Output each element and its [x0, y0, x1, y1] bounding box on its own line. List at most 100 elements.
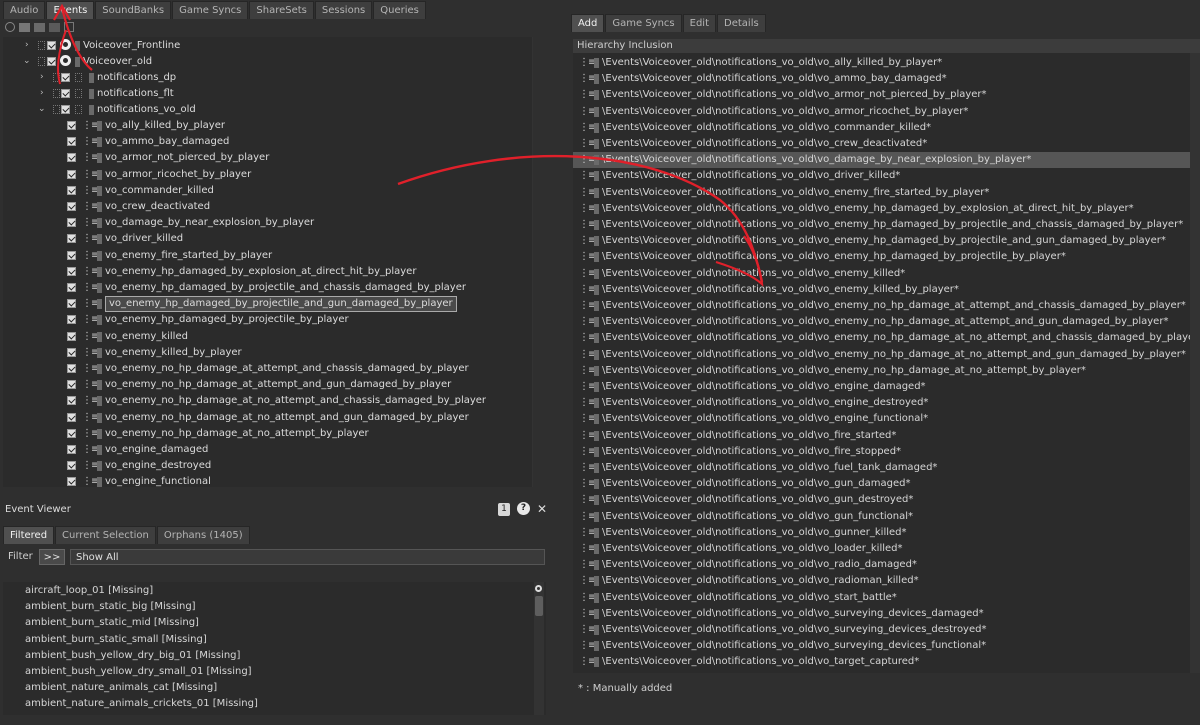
event-viewer-item[interactable]: ambient_bush_yellow_dry_small_01 [Missin…: [25, 664, 252, 680]
checkbox[interactable]: [67, 445, 76, 454]
tree-event-row[interactable]: ⋮≡ vo_enemy_hp_damaged_by_projectile_and_…: [3, 296, 533, 313]
hierarchy-item[interactable]: ⋮≡ \Events\Voiceover_old\notifications_vo…: [573, 314, 1200, 330]
tree-event-row[interactable]: ⋮≡ vo_enemy_killed_by_player: [3, 345, 533, 361]
tree-event-row[interactable]: ⋮≡ vo_armor_ricochet_by_player: [3, 167, 533, 183]
hierarchy-item[interactable]: ⋮≡ \Events\Voiceover_old\notifications_vo…: [573, 411, 1200, 427]
history-icon[interactable]: [5, 22, 15, 32]
count-badge[interactable]: 1: [498, 503, 510, 516]
hierarchy-scrollbar[interactable]: [1190, 53, 1200, 673]
hierarchy-item[interactable]: ⋮≡ \Events\Voiceover_old\notifications_vo…: [573, 185, 1200, 201]
event-viewer-item[interactable]: ambient_nature_animals_crickets_01 [Miss…: [25, 696, 258, 712]
event-viewer-item[interactable]: ambient_burn_static_big [Missing]: [25, 599, 196, 615]
checkbox[interactable]: [67, 364, 76, 373]
tree-event-row[interactable]: ⋮≡ vo_armor_not_pierced_by_player: [3, 150, 533, 166]
checkbox[interactable]: [61, 73, 70, 82]
hierarchy-item[interactable]: ⋮≡ \Events\Voiceover_old\notifications_vo…: [573, 428, 1200, 444]
tab-sessions[interactable]: Sessions: [314, 1, 373, 19]
tab-game-syncs[interactable]: Game Syncs: [172, 1, 249, 19]
event-list-scrollbar[interactable]: [534, 582, 544, 715]
hierarchy-item[interactable]: ⋮≡ \Events\Voiceover_old\notifications_vo…: [573, 509, 1200, 525]
checkbox[interactable]: [67, 185, 76, 195]
hierarchy-item[interactable]: ⋮≡ \Events\Voiceover_old\notifications_vo…: [573, 492, 1200, 508]
checkbox[interactable]: [67, 412, 76, 422]
folder-icon[interactable]: [19, 23, 30, 32]
hierarchy-item[interactable]: ⋮≡ \Events\Voiceover_old\notifications_vo…: [573, 379, 1200, 395]
tab-game-syncs[interactable]: Game Syncs: [605, 14, 682, 32]
checkbox[interactable]: [67, 283, 76, 292]
tree-folder-row[interactable]: › Voiceover_Frontline: [3, 38, 533, 54]
hierarchy-item[interactable]: ⋮≡ \Events\Voiceover_old\notifications_vo…: [573, 541, 1200, 557]
chevron-right-icon[interactable]: ›: [25, 40, 29, 50]
hierarchy-item[interactable]: ⋮≡ \Events\Voiceover_old\notifications_vo…: [573, 120, 1200, 136]
hierarchy-item[interactable]: ⋮≡ \Events\Voiceover_old\notifications_vo…: [573, 233, 1200, 249]
event-viewer-item[interactable]: ambient_burn_static_mid [Missing]: [25, 615, 199, 631]
tree-event-row[interactable]: ⋮≡ vo_crew_deactivated: [3, 199, 533, 215]
hierarchy-item[interactable]: ⋮≡ \Events\Voiceover_old\notifications_vo…: [573, 55, 1200, 71]
hierarchy-item[interactable]: ⋮≡ \Events\Voiceover_old\notifications_vo…: [573, 152, 1200, 169]
tree-event-row[interactable]: ⋮≡ vo_driver_killed: [3, 231, 533, 247]
hierarchy-item[interactable]: ⋮≡ \Events\Voiceover_old\notifications_vo…: [573, 266, 1200, 282]
checkbox[interactable]: [67, 153, 76, 163]
hierarchy-item[interactable]: ⋮≡ \Events\Voiceover_old\notifications_vo…: [573, 282, 1200, 298]
tab-edit[interactable]: Edit: [682, 14, 717, 32]
checkbox[interactable]: [67, 461, 76, 471]
checkbox[interactable]: [67, 428, 76, 438]
hierarchy-item[interactable]: ⋮≡ \Events\Voiceover_old\notifications_vo…: [573, 217, 1200, 233]
checkbox[interactable]: [67, 234, 76, 244]
checkbox[interactable]: [67, 299, 76, 309]
event-viewer-item[interactable]: ambient_bush_yellow_dry_big_01 [Missing]: [25, 648, 240, 664]
hierarchy-item[interactable]: ⋮≡ \Events\Voiceover_old\notifications_vo…: [573, 136, 1200, 152]
tree-folder-row[interactable]: › notifications_flt: [3, 86, 533, 102]
tree-event-row[interactable]: ⋮≡ vo_enemy_no_hp_damage_at_no_attempt_by…: [3, 426, 533, 442]
work-unit-icon[interactable]: [49, 23, 60, 32]
checkbox[interactable]: [67, 331, 76, 341]
chevron-right-icon[interactable]: ›: [40, 72, 44, 82]
checkbox[interactable]: [67, 266, 76, 276]
close-icon[interactable]: ✕: [537, 502, 547, 516]
tree-event-row[interactable]: ⋮≡ vo_enemy_hp_damaged_by_explosion_at_di…: [3, 264, 533, 280]
tree-event-row[interactable]: ⋮≡ vo_enemy_no_hp_damage_at_attempt_and_c…: [3, 361, 533, 377]
tab-sharesets[interactable]: ShareSets: [249, 1, 314, 19]
hierarchy-item[interactable]: ⋮≡ \Events\Voiceover_old\notifications_vo…: [573, 476, 1200, 492]
tab-queries[interactable]: Queries: [373, 1, 426, 19]
tree-event-row[interactable]: ⋮≡ vo_commander_killed: [3, 183, 533, 199]
hierarchy-item[interactable]: ⋮≡ \Events\Voiceover_old\notifications_vo…: [573, 525, 1200, 541]
checkbox[interactable]: [61, 89, 70, 98]
tree-event-row[interactable]: ⋮≡ vo_damage_by_near_explosion_by_player: [3, 215, 533, 231]
checkbox[interactable]: [61, 105, 70, 114]
tree-scrollbar[interactable]: [532, 37, 533, 487]
chevron-down-icon[interactable]: ⌄: [38, 104, 46, 114]
event-viewer-item[interactable]: aircraft_loop_01 [Missing]: [25, 583, 153, 599]
scrollbar-thumb[interactable]: [535, 596, 543, 616]
hierarchy-item[interactable]: ⋮≡ \Events\Voiceover_old\notifications_vo…: [573, 654, 1200, 670]
tree-folder-row[interactable]: ⌄ Voiceover_old: [3, 54, 533, 70]
checkbox[interactable]: [67, 202, 76, 211]
hierarchy-item[interactable]: ⋮≡ \Events\Voiceover_old\notifications_vo…: [573, 395, 1200, 411]
tab-details[interactable]: Details: [717, 14, 766, 32]
checkbox[interactable]: [67, 315, 76, 325]
hierarchy-item[interactable]: ⋮≡ \Events\Voiceover_old\notifications_vo…: [573, 444, 1200, 460]
checkbox[interactable]: [47, 57, 56, 66]
filter-input[interactable]: Show All: [70, 549, 545, 565]
tree-event-row[interactable]: ⋮≡ vo_engine_damaged: [3, 442, 533, 458]
new-folder-icon[interactable]: [34, 23, 45, 32]
hierarchy-item[interactable]: ⋮≡ \Events\Voiceover_old\notifications_vo…: [573, 347, 1200, 363]
checkbox[interactable]: [67, 380, 76, 390]
checkbox[interactable]: [47, 41, 56, 50]
tree-event-row[interactable]: ⋮≡ vo_ammo_bay_damaged: [3, 134, 533, 150]
sync-icon[interactable]: [64, 22, 74, 32]
checkbox[interactable]: [67, 396, 76, 406]
hierarchy-item[interactable]: ⋮≡ \Events\Voiceover_old\notifications_vo…: [573, 638, 1200, 654]
hierarchy-item[interactable]: ⋮≡ \Events\Voiceover_old\notifications_vo…: [573, 87, 1200, 103]
tree-folder-row[interactable]: ⌄ notifications_vo_old: [3, 102, 533, 118]
filter-toggle-button[interactable]: >>: [39, 549, 65, 565]
tab-soundbanks[interactable]: SoundBanks: [95, 1, 172, 19]
checkbox[interactable]: [67, 250, 76, 260]
checkbox[interactable]: [67, 137, 76, 147]
hierarchy-item[interactable]: ⋮≡ \Events\Voiceover_old\notifications_vo…: [573, 298, 1200, 314]
tree-event-row[interactable]: ⋮≡ vo_enemy_no_hp_damage_at_no_attempt_an…: [3, 393, 533, 409]
checkbox[interactable]: [67, 218, 76, 228]
tree-event-row[interactable]: ⋮≡ vo_enemy_no_hp_damage_at_attempt_and_g…: [3, 377, 533, 393]
tree-folder-row[interactable]: › notifications_dp: [3, 70, 533, 86]
hierarchy-item[interactable]: ⋮≡ \Events\Voiceover_old\notifications_vo…: [573, 460, 1200, 476]
